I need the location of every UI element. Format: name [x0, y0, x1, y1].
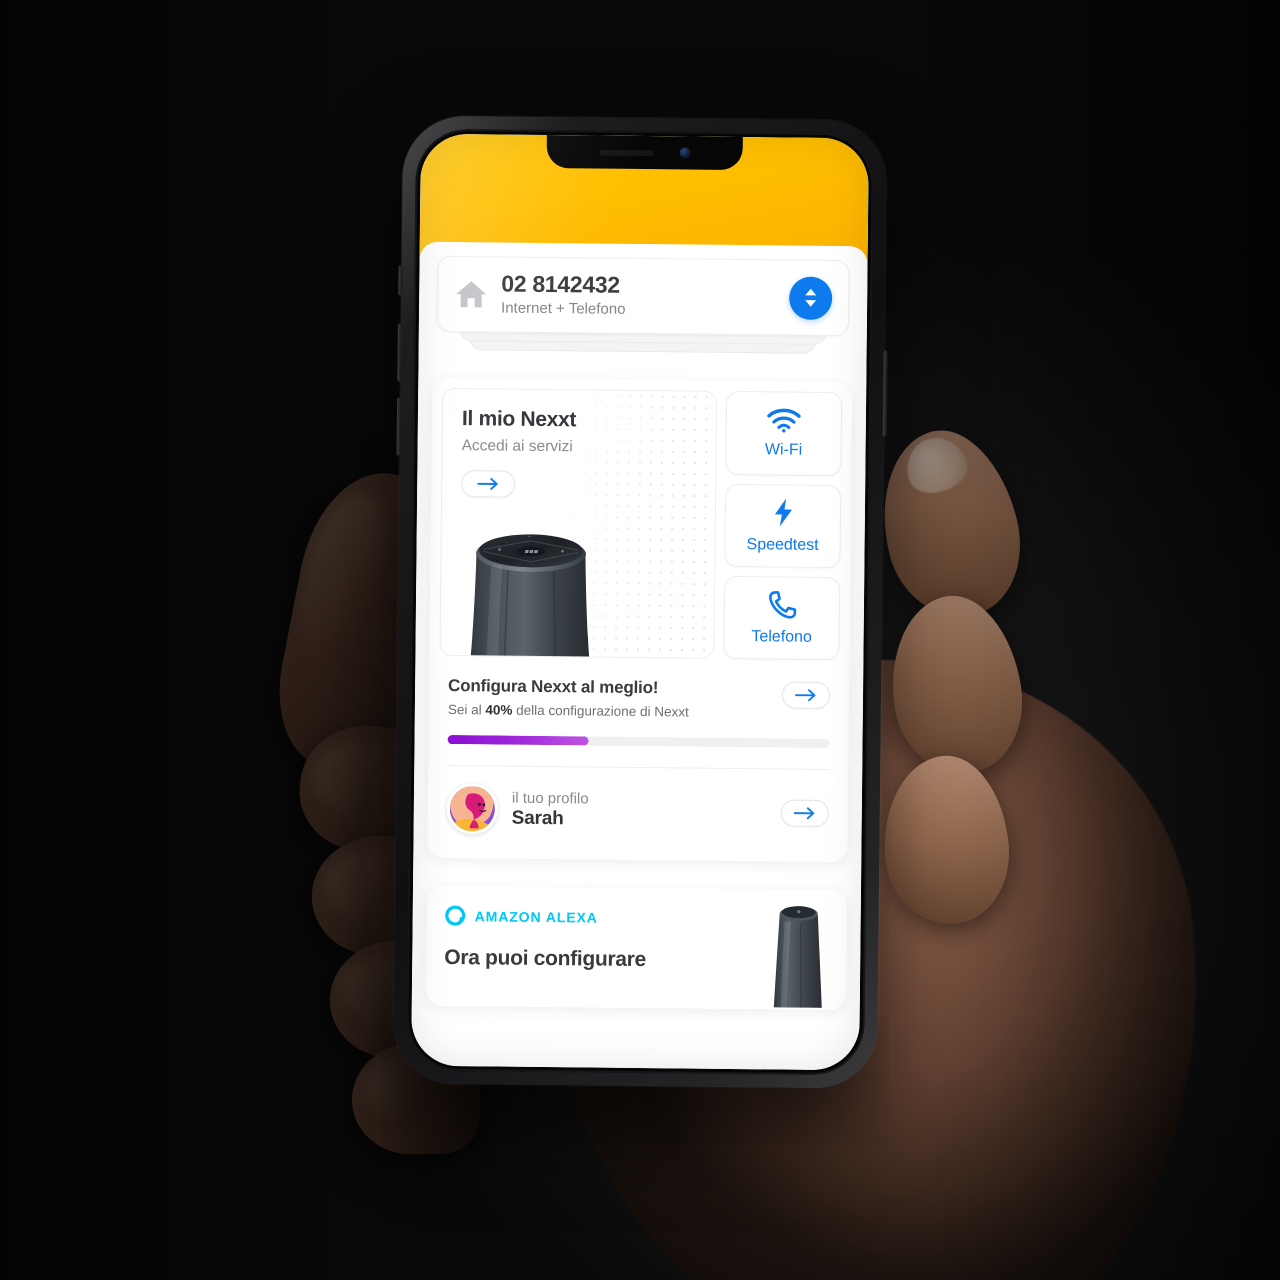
config-percent: 40%	[485, 702, 513, 718]
line-number: 02 8142432	[501, 270, 620, 298]
line-info: 02 8142432 Internet + Telefono	[500, 270, 776, 321]
telefono-tile[interactable]: Telefono	[723, 575, 841, 661]
configuration-row: Configura Nexxt al meglio! Sei al 40% de…	[448, 676, 831, 721]
telefono-tile-label: Telefono	[751, 627, 812, 646]
phone-screen: 02 8142432 Internet + Telefono Il mio Ne…	[411, 133, 869, 1071]
power-button[interactable]	[882, 350, 888, 437]
home-icon	[456, 281, 487, 308]
thumb-highlight	[285, 485, 401, 679]
app-content: 02 8142432 Internet + Telefono Il mio Ne…	[411, 133, 869, 1071]
speedtest-tile-label: Speedtest	[746, 535, 819, 554]
services-top-row: Il mio Nexxt Accedi ai servizi + Wi-Fi S…	[439, 388, 843, 661]
wifi-tile-label: Wi-Fi	[764, 441, 803, 459]
arrow-right-icon	[793, 807, 815, 820]
speedtest-tile[interactable]: Speedtest	[724, 483, 842, 569]
front-camera-icon	[679, 147, 691, 159]
profile-label: il tuo profilo	[511, 789, 589, 808]
user-avatar-illustration	[449, 786, 499, 835]
index-fingertip	[863, 416, 1037, 632]
nexxt-router-image: +	[470, 534, 590, 660]
profile-row[interactable]: il tuo profilo Sarah	[437, 766, 838, 848]
configuration-texts: Configura Nexxt al meglio! Sei al 40% de…	[448, 676, 770, 720]
line-plan: Internet + Telefono	[500, 299, 626, 318]
notch	[546, 134, 743, 171]
alexa-brand-label: AMAZON ALEXA	[474, 908, 598, 926]
amazon-alexa-card[interactable]: AMAZON ALEXA Ora puoi configurare	[425, 886, 847, 1011]
arrow-right-icon	[477, 478, 498, 491]
config-sub-prefix: Sei al	[447, 702, 486, 718]
my-nexxt-subtitle: Accedi ai servizi	[461, 437, 573, 456]
content-sheet: 02 8142432 Internet + Telefono Il mio Ne…	[411, 241, 868, 1071]
my-nexxt-tile[interactable]: Il mio Nexxt Accedi ai servizi +	[439, 388, 718, 660]
wifi-icon	[767, 408, 801, 433]
finger-2-highlight	[324, 852, 406, 920]
configuration-arrow-button[interactable]	[781, 681, 831, 710]
line-selector-stack: 02 8142432 Internet + Telefono	[436, 255, 850, 355]
alexa-ring-icon	[445, 905, 466, 926]
profile-name: Sarah	[511, 807, 564, 829]
volume-down-button[interactable]	[396, 397, 402, 456]
configuration-section: Configura Nexxt al meglio! Sei al 40% de…	[439, 656, 840, 749]
phone-bezel: 02 8142432 Internet + Telefono Il mio Ne…	[406, 128, 874, 1076]
swap-line-button[interactable]	[788, 276, 833, 320]
services-card: Il mio Nexxt Accedi ai servizi + Wi-Fi S…	[427, 378, 853, 863]
middle-fingertip	[878, 587, 1034, 783]
configuration-progress-fill	[447, 735, 589, 746]
avatar	[446, 783, 499, 835]
fingernail	[899, 430, 973, 500]
my-nexxt-title: Il mio Nexxt	[461, 407, 577, 432]
configuration-progress-track	[447, 735, 830, 749]
arrow-right-icon	[795, 689, 816, 702]
lightning-bolt-icon	[774, 498, 792, 527]
silence-switch[interactable]	[398, 265, 403, 296]
volume-up-button[interactable]	[397, 323, 402, 382]
profile-arrow-button[interactable]	[780, 799, 829, 828]
configuration-subtitle: Sei al 40% della configurazione di Nexxt	[448, 702, 770, 720]
my-nexxt-arrow-button[interactable]	[461, 470, 516, 498]
wifi-tile[interactable]: Wi-Fi	[725, 391, 843, 476]
alexa-speaker-image	[773, 906, 822, 1009]
phone-handset-icon	[768, 590, 796, 619]
scene: 02 8142432 Internet + Telefono Il mio Ne…	[0, 0, 1280, 1280]
profile-texts: il tuo profilo Sarah	[512, 789, 767, 832]
finger-1-highlight	[312, 742, 398, 814]
configuration-title: Configura Nexxt al meglio!	[448, 676, 659, 698]
line-selector-card[interactable]: 02 8142432 Internet + Telefono	[436, 255, 850, 337]
config-sub-suffix: della configurazione di Nexxt	[512, 702, 689, 720]
ring-fingertip	[876, 750, 1016, 930]
quick-action-tiles: Wi-Fi Speedtest Telefono	[723, 391, 843, 661]
svg-text:+: +	[528, 534, 532, 540]
earpiece-speaker	[599, 149, 654, 156]
phone-device: 02 8142432 Internet + Telefono Il mio Ne…	[392, 115, 888, 1089]
swap-vertical-icon	[805, 288, 817, 307]
